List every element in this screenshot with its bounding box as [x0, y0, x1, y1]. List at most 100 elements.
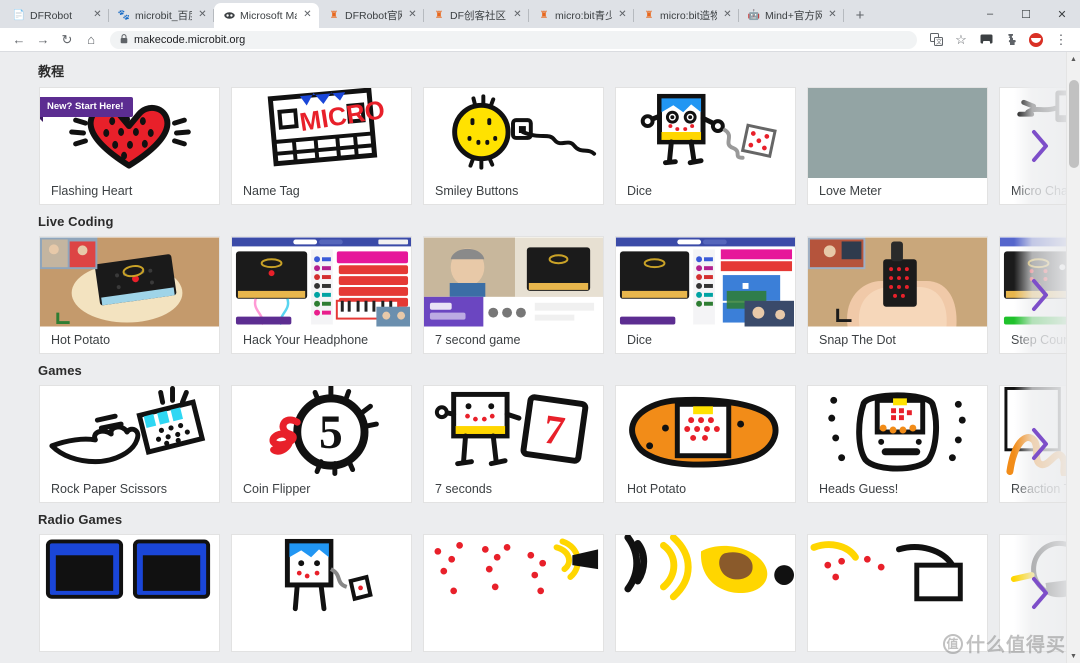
carousel-games: Rock Paper Scissors 5 Coin Flipper 7 7 s…	[0, 385, 1066, 503]
card-rock-paper-scissors[interactable]: Rock Paper Scissors	[39, 385, 220, 503]
tab-close-icon[interactable]: ✕	[827, 10, 838, 21]
card-flashing-heart[interactable]: New? Start Here! Flashing Heart	[39, 87, 220, 205]
mindplus-icon: 🤖	[747, 9, 761, 21]
card-7-second-game[interactable]: 7 second game	[423, 236, 604, 354]
bookmark-star-icon[interactable]: ☆	[950, 29, 972, 51]
card-label: Hot Potato	[627, 482, 687, 496]
cast-icon[interactable]	[975, 29, 997, 51]
card-label	[424, 625, 603, 651]
card-thumbnail-placeholder	[808, 88, 987, 178]
tab-close-icon[interactable]: ✕	[92, 10, 103, 21]
card-radio-1[interactable]	[39, 534, 220, 652]
page-scrollbar[interactable]: ▲ ▼	[1066, 52, 1080, 663]
tab-close-icon[interactable]: ✕	[302, 10, 313, 21]
card-hot-potato[interactable]: Hot Potato	[615, 385, 796, 503]
card-thumbnail	[424, 237, 603, 327]
section-title: Live Coding	[38, 214, 114, 229]
browser-window: 📄 DFRobot ✕ 🐾 microbit_百度搜索 ✕ Microsoft …	[0, 0, 1080, 663]
lock-icon	[120, 33, 128, 46]
browser-tab-7[interactable]: 🤖 Mind+官方网站—— ✕	[739, 3, 844, 28]
tab-close-icon[interactable]: ✕	[512, 10, 523, 21]
reload-icon[interactable]: ↻	[56, 29, 78, 51]
baidu-icon: 🐾	[117, 9, 131, 21]
section-radio-games: Radio Games	[0, 503, 1066, 652]
window-controls: – ☐ ✕	[972, 0, 1080, 28]
browser-menu-icon[interactable]: ⋮	[1050, 29, 1072, 51]
back-icon[interactable]: ←	[8, 29, 30, 51]
tab-strip: 📄 DFRobot ✕ 🐾 microbit_百度搜索 ✕ Microsoft …	[0, 0, 1080, 28]
card-thumbnail	[616, 237, 795, 327]
tab-close-icon[interactable]: ✕	[722, 10, 733, 21]
browser-tab-1[interactable]: 🐾 microbit_百度搜索 ✕	[109, 3, 214, 28]
carousel-next-button[interactable]	[1014, 87, 1066, 204]
section-tutorials: 教程 New? Start Here! Flashing Heart MICRO…	[0, 52, 1066, 205]
card-label: Hack Your Headphone	[243, 333, 369, 347]
scroll-up-arrow[interactable]: ▲	[1067, 52, 1080, 66]
card-thumbnail	[808, 535, 987, 625]
card-label	[232, 625, 411, 651]
section-games: Games Rock Paper Scissors 5 Coin Flipper…	[0, 354, 1066, 503]
section-title: Radio Games	[38, 512, 123, 527]
browser-tab-4[interactable]: ♜ DF创客社区 - 分享创 ✕	[424, 3, 529, 28]
card-smiley-buttons[interactable]: Smiley Buttons	[423, 87, 604, 205]
card-coin-flipper[interactable]: 5 Coin Flipper	[231, 385, 412, 503]
card-radio-5[interactable]	[807, 534, 988, 652]
status-badge: New? Start Here!	[40, 97, 133, 122]
card-thumbnail	[232, 237, 411, 327]
card-thumbnail	[232, 535, 411, 625]
card-hack-your-headphone[interactable]: Hack Your Headphone	[231, 236, 412, 354]
profile-avatar[interactable]	[1025, 29, 1047, 51]
tab-title: micro:bit造物粒子（	[660, 10, 717, 22]
card-name-tag[interactable]: MICRO Name Tag	[231, 87, 412, 205]
forward-icon[interactable]: →	[32, 29, 54, 51]
scrollbar-thumb[interactable]	[1069, 80, 1079, 168]
card-thumbnail: 7	[424, 386, 603, 476]
card-label	[808, 625, 987, 651]
card-radio-3[interactable]	[423, 534, 604, 652]
card-label: Heads Guess!	[819, 482, 899, 496]
scroll-down-arrow[interactable]: ▼	[1067, 649, 1080, 663]
tab-close-icon[interactable]: ✕	[617, 10, 628, 21]
browser-toolbar: ← → ↻ ⌂ makecode.microbit.org 文 ☆ ⋮	[0, 28, 1080, 52]
svg-text:文: 文	[936, 38, 942, 46]
carousel-next-button[interactable]	[1014, 236, 1066, 353]
card-radio-4[interactable]	[615, 534, 796, 652]
card-thumbnail	[40, 237, 219, 327]
browser-tab-3[interactable]: ♜ DFRobot官网-创客_M ✕	[319, 3, 424, 28]
card-radio-2[interactable]	[231, 534, 412, 652]
card-love-meter[interactable]: Love Meter	[807, 87, 988, 205]
address-bar-url: makecode.microbit.org	[134, 33, 246, 46]
browser-tab-2[interactable]: Microsoft MakeCode ✕	[214, 3, 319, 28]
new-tab-button[interactable]: +	[847, 3, 873, 28]
card-hot-potato-video[interactable]: Hot Potato	[39, 236, 220, 354]
browser-tab-6[interactable]: ♜ micro:bit造物粒子（ ✕	[634, 3, 739, 28]
tab-close-icon[interactable]: ✕	[197, 10, 208, 21]
dfrobot-icon: ♜	[539, 9, 549, 21]
svg-text:5: 5	[319, 407, 343, 459]
carousel-next-button[interactable]	[1014, 385, 1066, 502]
address-bar[interactable]: makecode.microbit.org	[110, 30, 917, 49]
card-dice-video[interactable]: Dice	[615, 236, 796, 354]
card-label	[616, 625, 795, 651]
card-label: Rock Paper Scissors	[51, 482, 168, 496]
tab-title: DFRobot官网-创客_M	[345, 10, 402, 22]
browser-tab-5[interactable]: ♜ micro:bit青少年编程 ✕	[529, 3, 634, 28]
tab-close-icon[interactable]: ✕	[407, 10, 418, 21]
page-viewport: 教程 New? Start Here! Flashing Heart MICRO…	[0, 52, 1080, 663]
card-heads-guess[interactable]: Heads Guess!	[807, 385, 988, 503]
card-thumbnail	[424, 88, 603, 178]
translate-icon[interactable]: 文	[925, 29, 947, 51]
card-dice[interactable]: Dice	[615, 87, 796, 205]
home-icon[interactable]: ⌂	[80, 29, 102, 51]
card-7-seconds[interactable]: 7 7 seconds	[423, 385, 604, 503]
card-thumbnail	[424, 535, 603, 625]
carousel-next-button[interactable]	[1014, 534, 1066, 651]
extensions-puzzle-icon[interactable]	[1000, 29, 1022, 51]
minimize-button[interactable]: –	[972, 0, 1008, 28]
browser-tab-0[interactable]: 📄 DFRobot ✕	[4, 3, 109, 28]
card-snap-the-dot[interactable]: Snap The Dot	[807, 236, 988, 354]
carousel-live-coding: Hot Potato Hack Your Headphone 7 second …	[0, 236, 1066, 354]
close-window-button[interactable]: ✕	[1044, 0, 1080, 28]
card-label	[40, 625, 219, 651]
maximize-button[interactable]: ☐	[1008, 0, 1044, 28]
